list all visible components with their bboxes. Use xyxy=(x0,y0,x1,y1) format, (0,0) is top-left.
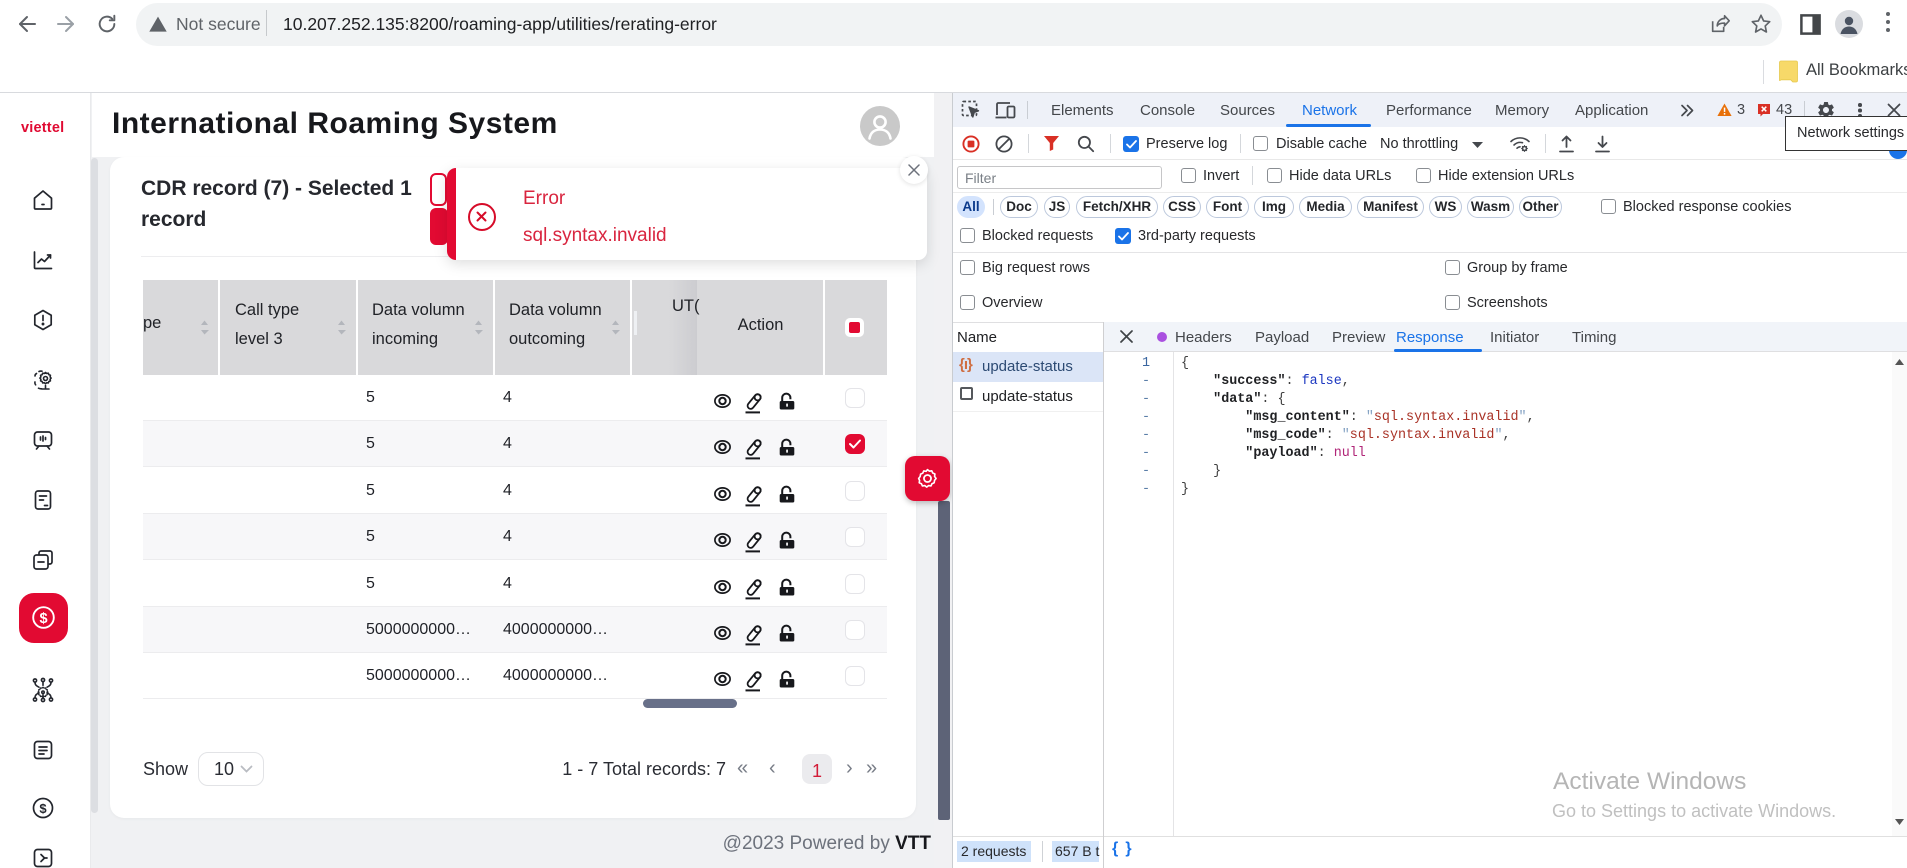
svg-text:$: $ xyxy=(39,801,47,816)
svg-text:$: $ xyxy=(39,611,47,627)
